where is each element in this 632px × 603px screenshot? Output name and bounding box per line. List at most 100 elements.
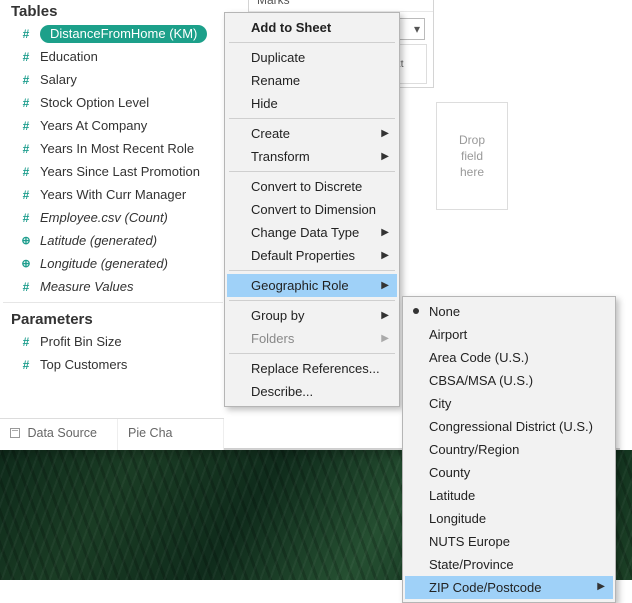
- data-source-icon: [10, 428, 20, 438]
- field-years-with-curr-manager[interactable]: # Years With Curr Manager: [9, 183, 223, 206]
- submenu-arrow-icon: ▶: [381, 333, 389, 344]
- menu-convert-to-dimension[interactable]: Convert to Dimension: [227, 198, 397, 221]
- menu-separator: [229, 270, 395, 271]
- drop-field-label: Drop field here: [459, 132, 485, 181]
- drop-field-target[interactable]: Drop field here: [436, 102, 508, 210]
- number-icon: #: [19, 50, 33, 64]
- submenu-state-province[interactable]: State/Province: [405, 553, 613, 576]
- globe-icon: ⊕: [19, 257, 33, 270]
- menu-hide[interactable]: Hide: [227, 92, 397, 115]
- field-label: Longitude (generated): [40, 256, 168, 271]
- tab-label: Data Source: [27, 426, 96, 440]
- field-label: Profit Bin Size: [40, 334, 122, 349]
- field-label: Salary: [40, 72, 77, 87]
- field-latitude-generated[interactable]: ⊕ Latitude (generated): [9, 229, 223, 252]
- menu-separator: [229, 171, 395, 172]
- menu-geographic-role[interactable]: Geographic Role▶: [227, 274, 397, 297]
- number-icon: #: [19, 188, 33, 202]
- number-icon: #: [19, 280, 33, 294]
- field-label: Measure Values: [40, 279, 133, 294]
- submenu-arrow-icon: ▶: [381, 310, 389, 321]
- field-stock-option-level[interactable]: # Stock Option Level: [9, 91, 223, 114]
- field-label: Latitude (generated): [40, 233, 157, 248]
- field-salary[interactable]: # Salary: [9, 68, 223, 91]
- field-pill: DistanceFromHome (KM): [40, 25, 207, 43]
- parameters-header: Parameters: [9, 307, 223, 330]
- menu-default-properties[interactable]: Default Properties▶: [227, 244, 397, 267]
- tab-data-source[interactable]: Data Source: [0, 419, 118, 450]
- field-label: Stock Option Level: [40, 95, 149, 110]
- number-icon: #: [19, 165, 33, 179]
- sheet-tabs: Data Source Pie Cha: [0, 418, 224, 450]
- param-profit-bin-size[interactable]: # Profit Bin Size: [9, 330, 223, 353]
- submenu-country-region[interactable]: Country/Region: [405, 438, 613, 461]
- tab-sheet[interactable]: Pie Cha: [118, 419, 224, 450]
- number-icon: #: [19, 73, 33, 87]
- field-longitude-generated[interactable]: ⊕ Longitude (generated): [9, 252, 223, 275]
- menu-separator: [229, 300, 395, 301]
- checked-dot-icon: [413, 308, 419, 314]
- chevron-down-icon: ▾: [414, 22, 420, 36]
- submenu-arrow-icon: ▶: [597, 581, 605, 592]
- field-distance-from-home[interactable]: # DistanceFromHome (KM): [9, 22, 223, 45]
- number-icon: #: [19, 119, 33, 133]
- number-icon: #: [19, 211, 33, 225]
- submenu-airport[interactable]: Airport: [405, 323, 613, 346]
- field-years-most-recent-role[interactable]: # Years In Most Recent Role: [9, 137, 223, 160]
- menu-transform[interactable]: Transform▶: [227, 145, 397, 168]
- submenu-arrow-icon: ▶: [381, 280, 389, 291]
- field-years-since-last-promotion[interactable]: # Years Since Last Promotion: [9, 160, 223, 183]
- menu-replace-references[interactable]: Replace References...: [227, 357, 397, 380]
- submenu-city[interactable]: City: [405, 392, 613, 415]
- field-employee-count[interactable]: # Employee.csv (Count): [9, 206, 223, 229]
- submenu-county[interactable]: County: [405, 461, 613, 484]
- menu-convert-to-discrete[interactable]: Convert to Discrete: [227, 175, 397, 198]
- submenu-arrow-icon: ▶: [381, 128, 389, 139]
- menu-separator: [229, 118, 395, 119]
- field-label: Years Since Last Promotion: [40, 164, 200, 179]
- submenu-longitude[interactable]: Longitude: [405, 507, 613, 530]
- data-pane: Tables # DistanceFromHome (KM) # Educati…: [2, 0, 226, 381]
- menu-rename[interactable]: Rename: [227, 69, 397, 92]
- divider: [3, 302, 223, 303]
- geographic-role-submenu: None Airport Area Code (U.S.) CBSA/MSA (…: [402, 296, 616, 603]
- menu-create[interactable]: Create▶: [227, 122, 397, 145]
- field-years-at-company[interactable]: # Years At Company: [9, 114, 223, 137]
- menu-duplicate[interactable]: Duplicate: [227, 46, 397, 69]
- field-label: Years In Most Recent Role: [40, 141, 194, 156]
- menu-folders[interactable]: Folders▶: [227, 327, 397, 350]
- number-icon: #: [19, 27, 33, 41]
- number-icon: #: [19, 96, 33, 110]
- globe-icon: ⊕: [19, 234, 33, 247]
- field-education[interactable]: # Education: [9, 45, 223, 68]
- submenu-latitude[interactable]: Latitude: [405, 484, 613, 507]
- submenu-cbsa-msa[interactable]: CBSA/MSA (U.S.): [405, 369, 613, 392]
- submenu-nuts-europe[interactable]: NUTS Europe: [405, 530, 613, 553]
- submenu-arrow-icon: ▶: [381, 151, 389, 162]
- field-label: Years With Curr Manager: [40, 187, 186, 202]
- submenu-area-code[interactable]: Area Code (U.S.): [405, 346, 613, 369]
- field-context-menu: Add to Sheet Duplicate Rename Hide Creat…: [224, 12, 400, 407]
- tables-header: Tables: [9, 0, 223, 22]
- field-label: Years At Company: [40, 118, 147, 133]
- marks-title: Marks: [249, 0, 433, 12]
- menu-describe[interactable]: Describe...: [227, 380, 397, 403]
- submenu-none[interactable]: None: [405, 300, 613, 323]
- menu-group-by[interactable]: Group by▶: [227, 304, 397, 327]
- submenu-arrow-icon: ▶: [381, 227, 389, 238]
- field-label: Education: [40, 49, 98, 64]
- submenu-zip-postcode[interactable]: ZIP Code/Postcode▶: [405, 576, 613, 599]
- field-measure-values[interactable]: # Measure Values: [9, 275, 223, 298]
- submenu-congressional-district[interactable]: Congressional District (U.S.): [405, 415, 613, 438]
- param-top-customers[interactable]: # Top Customers: [9, 353, 223, 376]
- field-label: Employee.csv (Count): [40, 210, 168, 225]
- submenu-arrow-icon: ▶: [381, 250, 389, 261]
- field-label: Top Customers: [40, 357, 127, 372]
- tab-label: Pie Cha: [128, 426, 172, 440]
- menu-add-to-sheet[interactable]: Add to Sheet: [227, 16, 397, 39]
- number-icon: #: [19, 358, 33, 372]
- menu-separator: [229, 353, 395, 354]
- menu-separator: [229, 42, 395, 43]
- menu-change-data-type[interactable]: Change Data Type▶: [227, 221, 397, 244]
- number-icon: #: [19, 335, 33, 349]
